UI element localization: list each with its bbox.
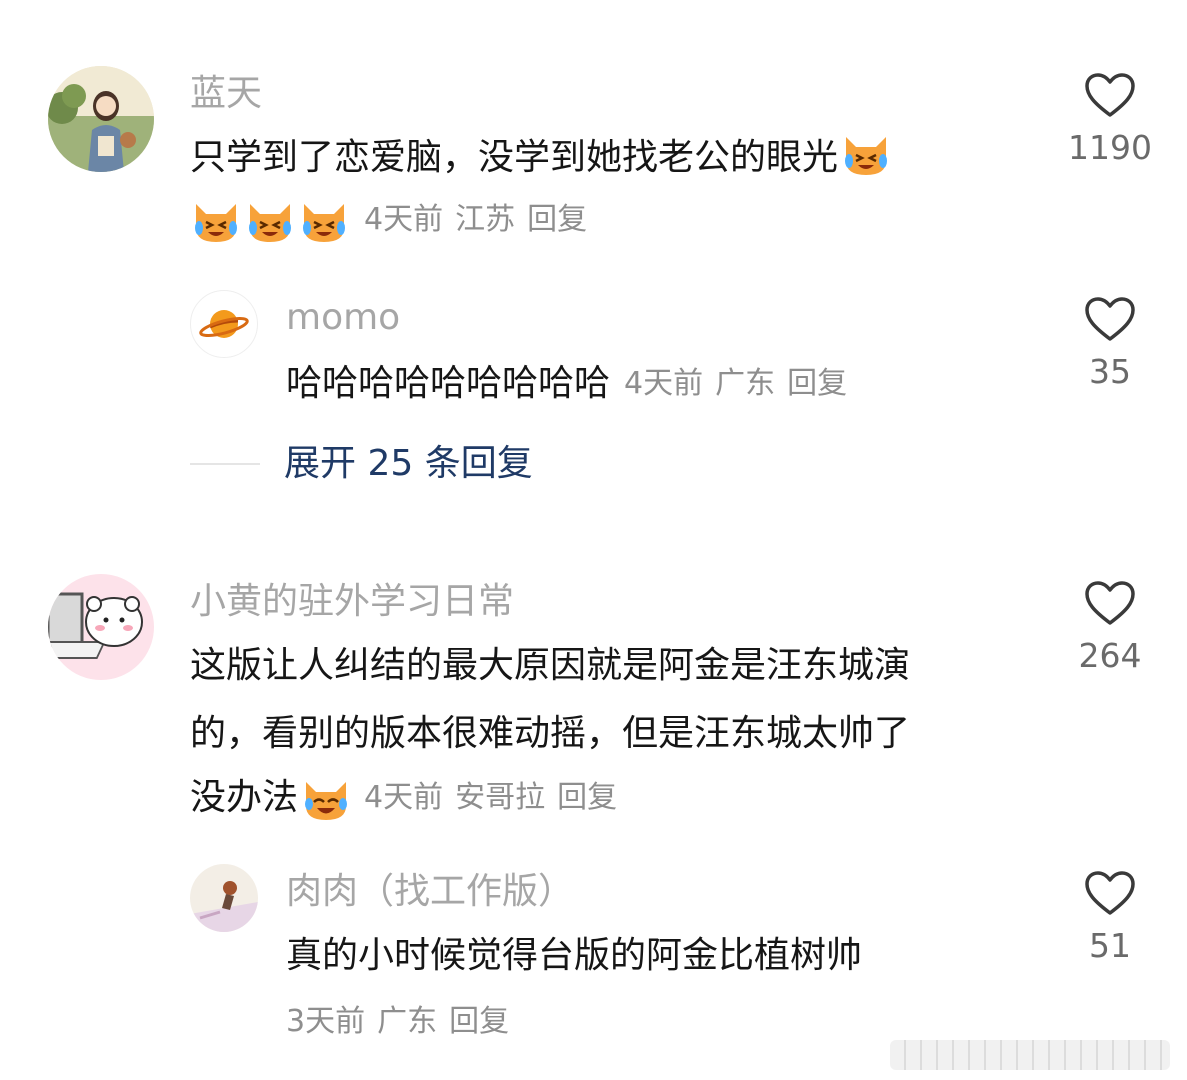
comment-location: 安哥拉 [455, 780, 546, 815]
avatar[interactable] [190, 864, 258, 932]
reply-button[interactable]: 回复 [449, 1004, 509, 1039]
like-count: 35 [1089, 352, 1131, 391]
heart-outline-icon[interactable] [1084, 870, 1136, 916]
comment-text-last-row: 没办法 4天前 安哥拉 回复 [190, 766, 617, 830]
expand-replies-button[interactable]: 展开 25 条回复 [284, 442, 533, 486]
comment-text-line: 这版让人纠结的最大原因就是阿金是汪东城演 [190, 645, 911, 686]
reply-button[interactable]: 回复 [787, 366, 847, 401]
crying-laughing-cat-emoji [840, 127, 892, 179]
avatar-hamster-icon [48, 574, 154, 680]
comment-text-line: 没办法 [190, 777, 299, 818]
comment-text-body: 只学到了恋爱脑，没学到她找老公的眼光 [190, 137, 839, 178]
like-count: 264 [1078, 636, 1142, 675]
reply-time: 4天前 [624, 366, 704, 401]
planet-icon [199, 310, 249, 338]
comment-author[interactable]: 小黄的驻外学习日常 [190, 580, 514, 624]
reply-text-row: 哈哈哈哈哈哈哈哈哈 4天前 广东 回复 [286, 352, 847, 416]
reply-meta: 3天前 广东 回复 [286, 1002, 509, 1042]
comment-text-line: 的，看别的版本很难动摇，但是汪东城太帅了 [190, 713, 911, 754]
avatar-sketch-icon [190, 864, 258, 932]
like-button[interactable]: 51 [1065, 870, 1155, 966]
like-count: 51 [1089, 926, 1131, 965]
heart-outline-icon[interactable] [1084, 72, 1136, 118]
reply-text: 真的小时候觉得台版的阿金比植树帅 [286, 935, 863, 976]
crying-laughing-cat-emoji [244, 194, 296, 246]
comment-meta: 4天前 江苏 回复 [364, 200, 587, 240]
avatar[interactable] [190, 290, 258, 358]
reply-location: 广东 [377, 1004, 438, 1039]
reply-meta: 4天前 广东 回复 [624, 364, 847, 404]
expand-divider [190, 463, 260, 465]
crying-laughing-cat-emoji [298, 194, 350, 246]
reply-author[interactable]: momo [286, 296, 400, 340]
reply-text: 哈哈哈哈哈哈哈哈哈 [286, 363, 611, 404]
comment-location: 江苏 [455, 202, 516, 237]
avatar[interactable] [48, 574, 154, 680]
heart-outline-icon[interactable] [1084, 580, 1136, 626]
like-button[interactable]: 264 [1065, 580, 1155, 676]
like-count: 1190 [1068, 128, 1152, 167]
comment-meta: 4天前 安哥拉 回复 [364, 778, 617, 818]
comment-time: 4天前 [364, 780, 444, 815]
like-button[interactable]: 35 [1065, 296, 1155, 392]
reply-button[interactable]: 回复 [557, 780, 617, 815]
comment-author[interactable]: 蓝天 [190, 72, 262, 116]
crying-laughing-cat-emoji [190, 194, 242, 246]
reply-button[interactable]: 回复 [527, 202, 587, 237]
comment-time: 4天前 [364, 202, 444, 237]
comment-meta-row: 4天前 江苏 回复 [190, 194, 587, 246]
comment-text: 只学到了恋爱脑，没学到她找老公的眼光 [190, 126, 1050, 190]
reply-location: 广东 [715, 366, 776, 401]
watermark [890, 1040, 1170, 1070]
avatar-girl-icon [48, 66, 154, 172]
heart-outline-icon[interactable] [1084, 296, 1136, 342]
laughing-cat-emoji [300, 772, 352, 824]
like-button[interactable]: 1190 [1065, 72, 1155, 168]
avatar[interactable] [48, 66, 154, 172]
reply-time: 3天前 [286, 1004, 366, 1039]
reply-author[interactable]: 肉肉（找工作版） [286, 870, 574, 914]
